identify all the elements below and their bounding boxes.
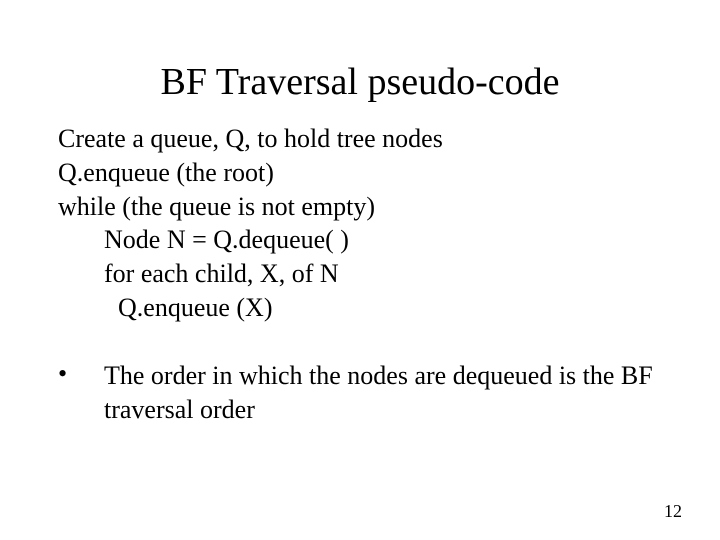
code-line-4: Node N = Q.dequeue( ) [58, 223, 662, 257]
code-line-6: Q.enqueue (X) [58, 291, 662, 325]
bullet-item: • The order in which the nodes are deque… [58, 359, 662, 427]
code-line-1: Create a queue, Q, to hold tree nodes [58, 122, 662, 156]
slide-title: BF Traversal pseudo-code [58, 60, 662, 104]
page-number: 12 [664, 501, 682, 522]
slide-container: BF Traversal pseudo-code Create a queue,… [0, 0, 720, 540]
code-line-2: Q.enqueue (the root) [58, 156, 662, 190]
bullet-text: The order in which the nodes are dequeue… [104, 359, 662, 427]
bullet-marker: • [58, 359, 104, 389]
code-line-5: for each child, X, of N [58, 257, 662, 291]
code-line-3: while (the queue is not empty) [58, 190, 662, 224]
pseudo-code-block: Create a queue, Q, to hold tree nodes Q.… [58, 122, 662, 325]
